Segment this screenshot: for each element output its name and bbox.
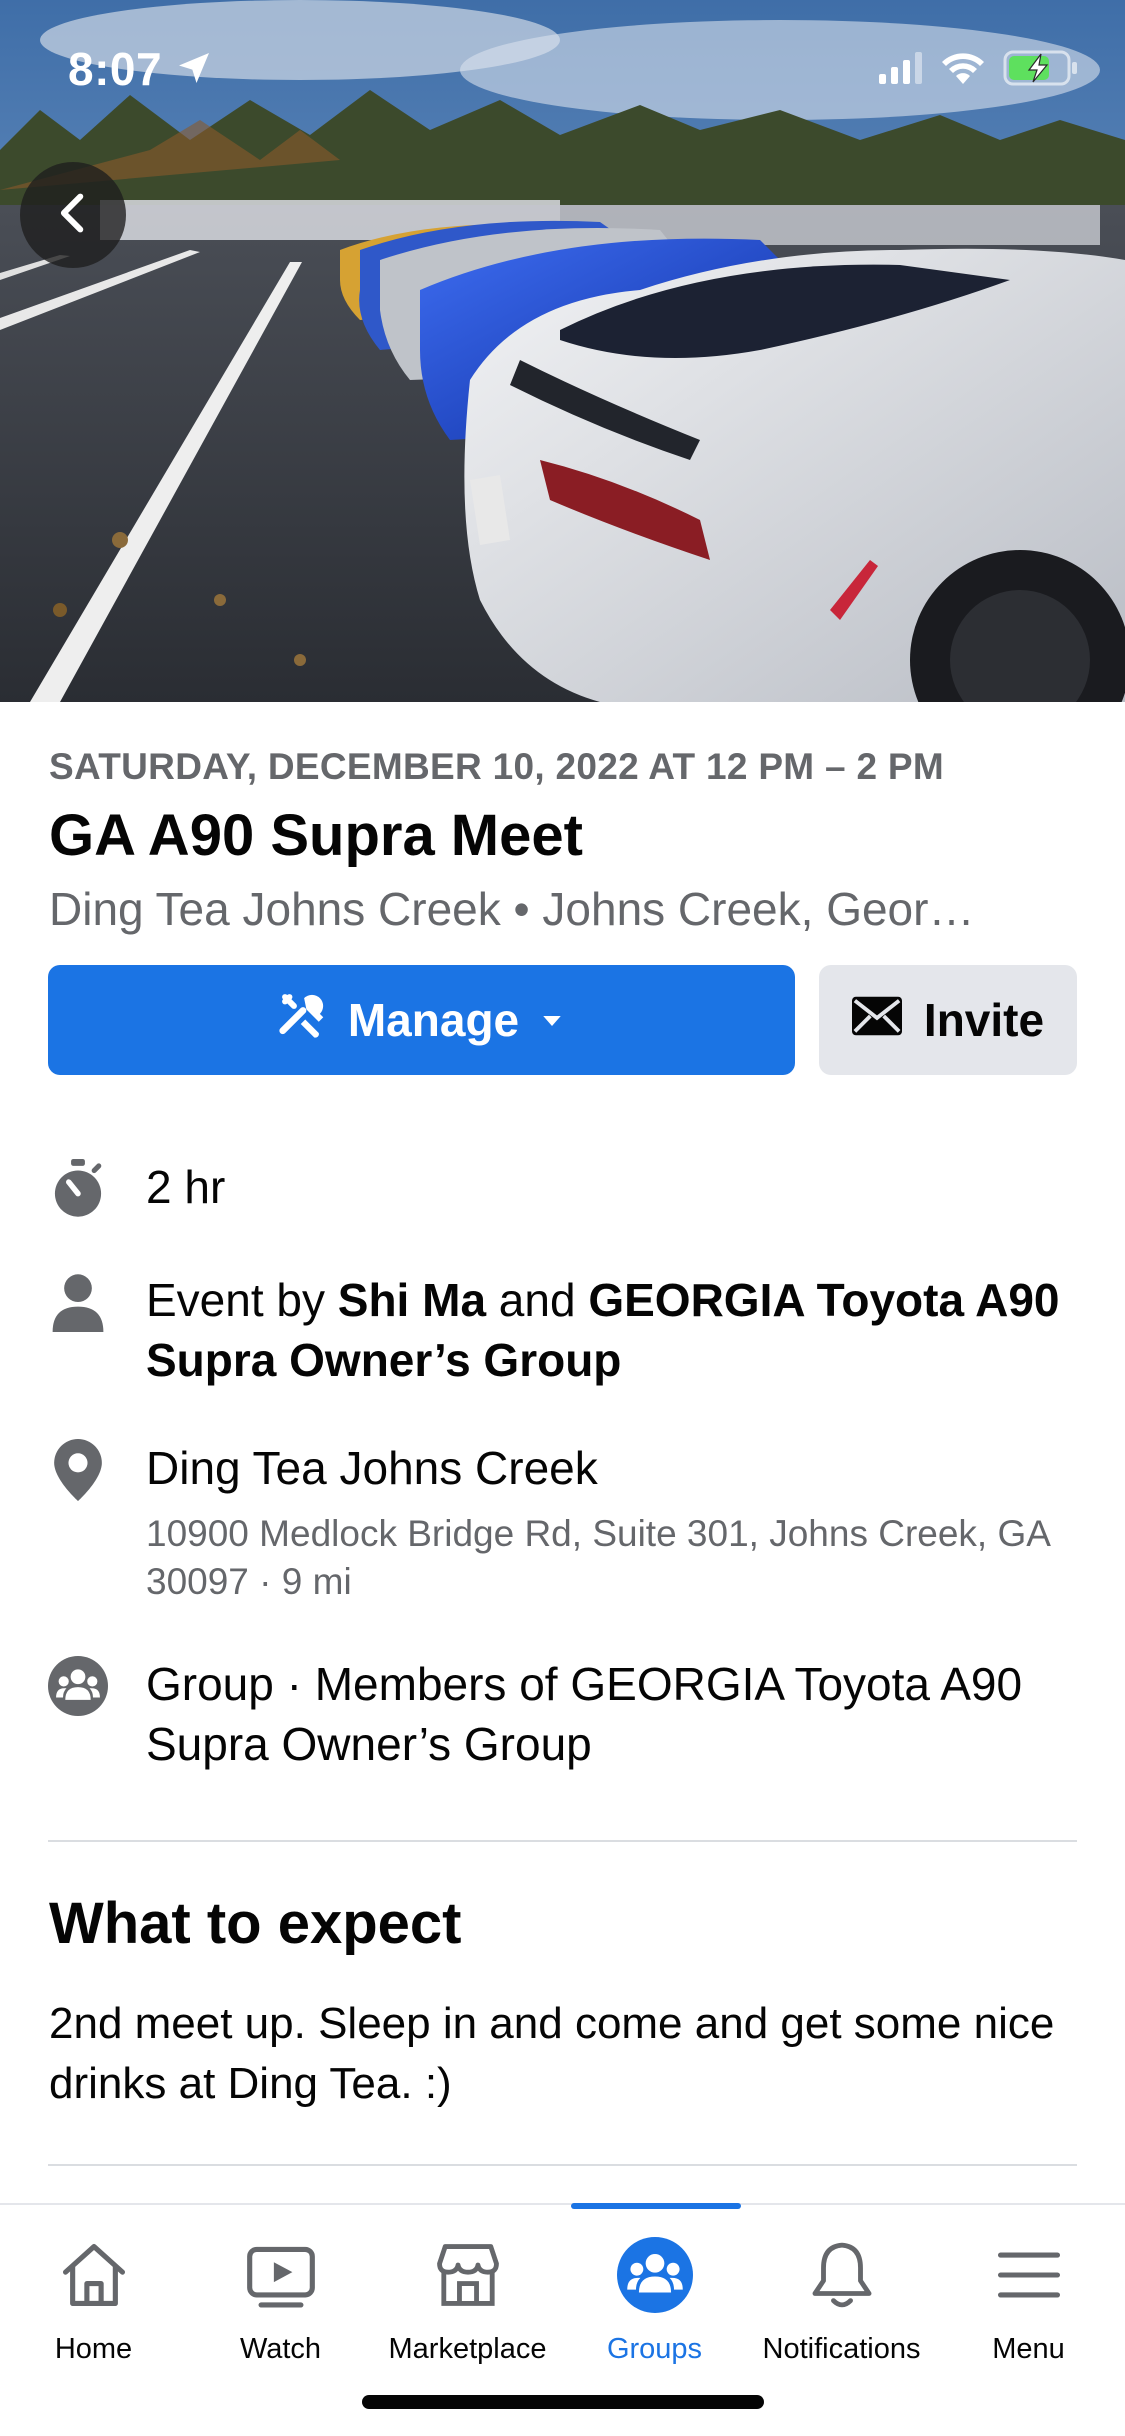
host-conjunction: and bbox=[486, 1274, 589, 1326]
chevron-left-icon bbox=[51, 191, 95, 240]
tab-label-menu: Menu bbox=[992, 2333, 1065, 2365]
tab-label-notifications: Notifications bbox=[762, 2333, 921, 2365]
divider bbox=[48, 1840, 1077, 1842]
envelope-icon bbox=[851, 993, 902, 1047]
tab-label-watch: Watch bbox=[239, 2333, 322, 2365]
tab-home[interactable]: Home bbox=[0, 2205, 187, 2385]
venue-address: 10900 Medlock Bridge Rd, Suite 301, John… bbox=[146, 1513, 1049, 1602]
tab-notifications[interactable]: Notifications bbox=[748, 2205, 935, 2385]
person-icon bbox=[48, 1272, 108, 1332]
divider bbox=[48, 2164, 1077, 2166]
tools-icon bbox=[276, 988, 330, 1053]
tab-label-marketplace: Marketplace bbox=[388, 2333, 547, 2365]
manage-button[interactable]: Manage bbox=[48, 965, 795, 1075]
cellular-signal-icon bbox=[879, 52, 923, 89]
group-icon bbox=[48, 1656, 108, 1716]
watch-video-icon bbox=[241, 2235, 321, 2315]
wifi-icon bbox=[941, 51, 985, 90]
manage-label: Manage bbox=[347, 994, 520, 1046]
home-icon bbox=[54, 2235, 134, 2315]
event-date: SATURDAY, DECEMBER 10, 2022 AT 12 PM – 2… bbox=[49, 746, 945, 787]
battery-charging-icon bbox=[1003, 50, 1079, 91]
bell-icon bbox=[802, 2235, 882, 2315]
venue-name: Ding Tea Johns Creek bbox=[146, 1442, 598, 1494]
location-arrow-icon bbox=[174, 48, 214, 88]
host-link-shi-ma[interactable]: Shi Ma bbox=[338, 1274, 486, 1326]
tab-marketplace[interactable]: Marketplace bbox=[374, 2205, 561, 2385]
stopwatch-icon bbox=[48, 1159, 108, 1219]
back-button[interactable] bbox=[20, 162, 126, 268]
tab-watch[interactable]: Watch bbox=[187, 2205, 374, 2385]
hamburger-menu-icon bbox=[989, 2235, 1069, 2315]
status-bar: 8:07 bbox=[0, 0, 1125, 140]
host-text: Event by Shi Ma and GEORGIA Toyota A90 S… bbox=[146, 1270, 1086, 1390]
status-indicators bbox=[879, 50, 1079, 91]
groups-icon bbox=[615, 2235, 695, 2315]
status-time: 8:07 bbox=[68, 43, 163, 95]
duration-text: 2 hr bbox=[146, 1161, 226, 1213]
privacy-text: Group · Members of GEORGIA Toyota A90 Su… bbox=[146, 1658, 1023, 1770]
event-location-line[interactable]: Ding Tea Johns Creek • Johns Creek, Geor… bbox=[49, 882, 974, 936]
invite-label: Invite bbox=[923, 994, 1045, 1046]
event-description: 2nd meet up. Sleep in and come and get s… bbox=[49, 1999, 1055, 2108]
tab-groups[interactable]: Groups bbox=[561, 2205, 748, 2385]
tab-label-home: Home bbox=[54, 2333, 133, 2365]
caret-down-icon bbox=[537, 993, 567, 1047]
home-indicator[interactable] bbox=[362, 2395, 764, 2409]
marketplace-store-icon bbox=[428, 2235, 508, 2315]
section-heading-what-to-expect: What to expect bbox=[49, 1891, 462, 1956]
tab-menu[interactable]: Menu bbox=[935, 2205, 1122, 2385]
map-pin-icon bbox=[48, 1439, 108, 1501]
event-title: GA A90 Supra Meet bbox=[49, 803, 583, 868]
host-prefix: Event by bbox=[146, 1274, 338, 1326]
invite-button[interactable]: Invite bbox=[819, 965, 1077, 1075]
tab-label-groups: Groups bbox=[606, 2333, 703, 2365]
